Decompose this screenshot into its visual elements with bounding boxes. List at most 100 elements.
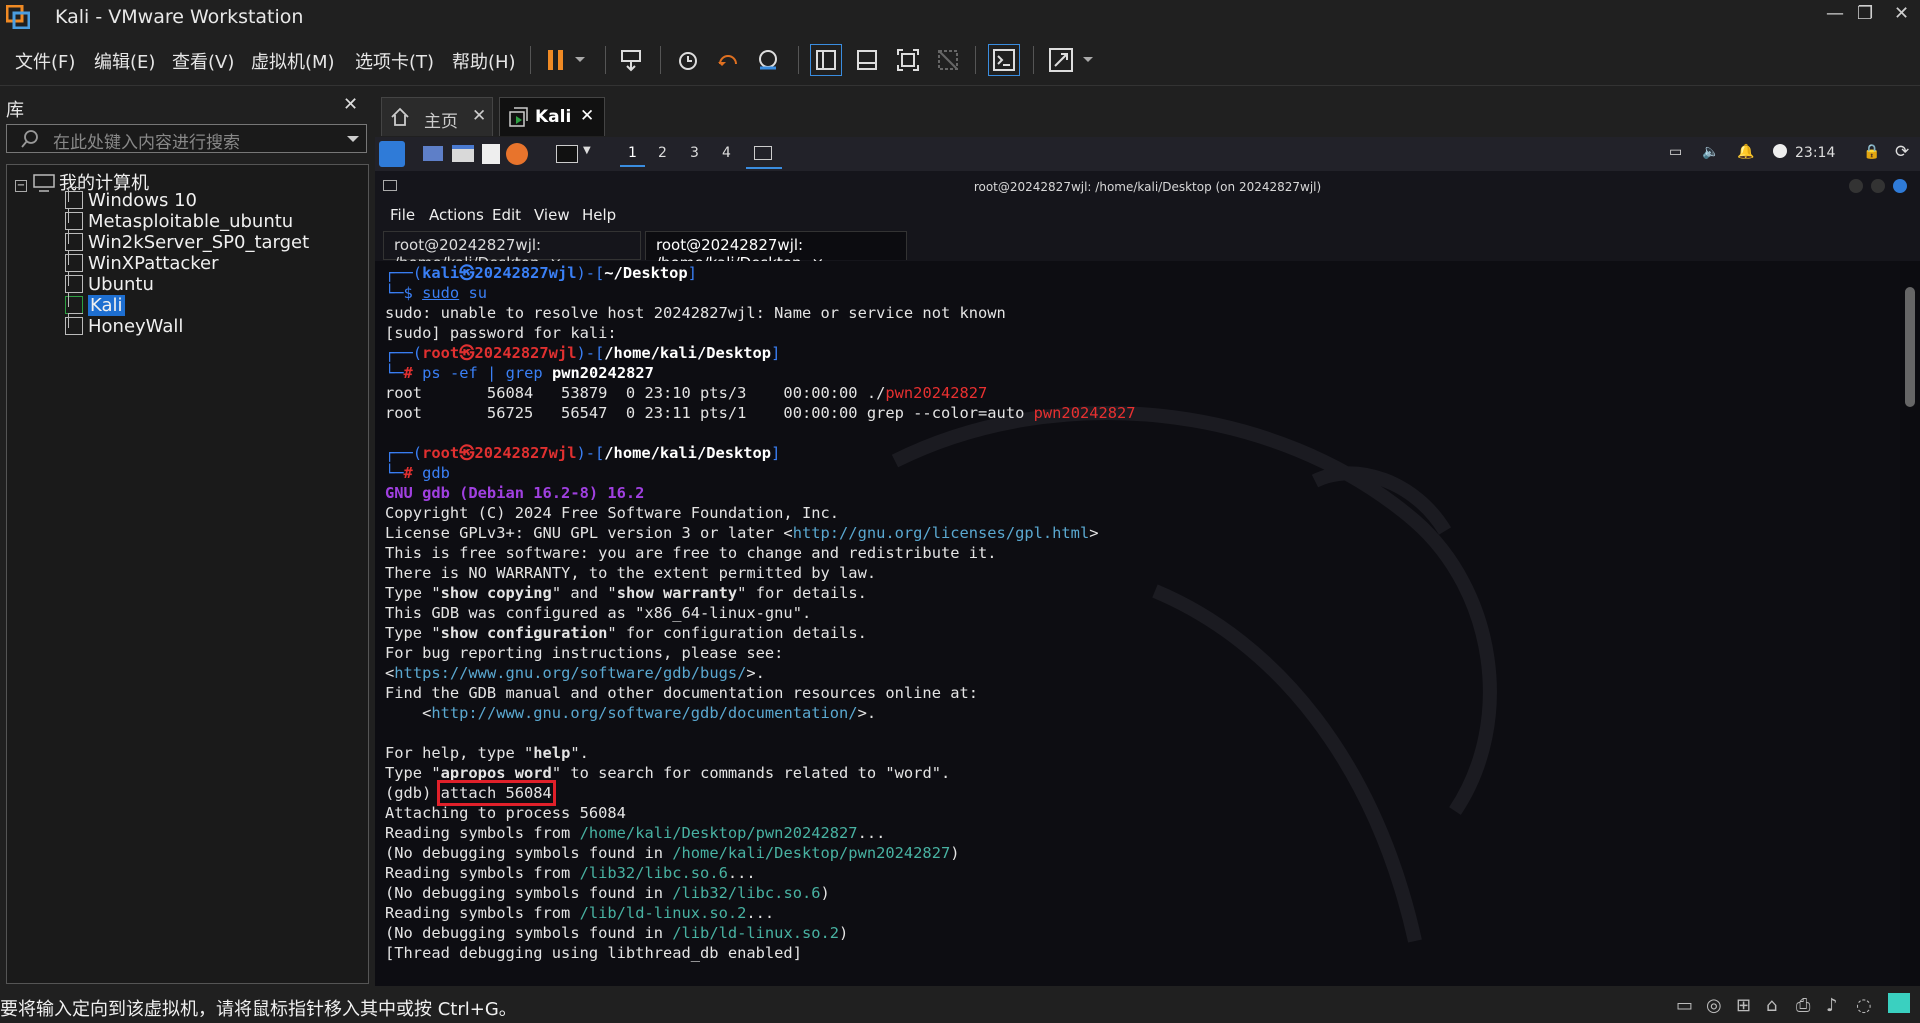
search-dropdown-icon[interactable] bbox=[346, 135, 360, 144]
terminal-menu-bar: File Actions Edit View Help bbox=[375, 201, 1920, 229]
workspace-1[interactable]: 1 bbox=[620, 145, 645, 167]
tree-item-honeywall[interactable]: HoneyWall bbox=[65, 313, 183, 337]
library-panel: 库 ✕ 在此处键入内容进行搜索 − 我的计算机 Windows 10 Metasp… bbox=[0, 86, 372, 986]
terminal-dropdown-icon[interactable]: ▼ bbox=[583, 145, 591, 156]
stretch-guest-icon[interactable] bbox=[1045, 44, 1077, 76]
terminal-menu-view[interactable]: View bbox=[534, 206, 570, 224]
vm-icon bbox=[65, 229, 83, 251]
tree-item-winxpattacker[interactable]: WinXPattacker bbox=[65, 250, 219, 274]
send-ctrl-alt-del-icon[interactable] bbox=[615, 44, 647, 76]
library-title: 库 bbox=[6, 100, 24, 121]
computer-icon bbox=[33, 174, 55, 192]
collapse-icon[interactable]: − bbox=[15, 180, 27, 192]
pause-icon[interactable] bbox=[540, 44, 572, 76]
terminal-menu-edit[interactable]: Edit bbox=[492, 206, 521, 224]
usb-icon[interactable]: ⌂ bbox=[1766, 995, 1777, 1016]
library-search-input[interactable]: 在此处键入内容进行搜索 bbox=[6, 124, 367, 153]
window-title: Kali - VMware Workstation bbox=[55, 6, 304, 28]
lock-icon[interactable]: 🔒 bbox=[1863, 144, 1880, 160]
terminal-icon[interactable] bbox=[556, 145, 578, 163]
vm-running-icon bbox=[509, 107, 528, 127]
hard-disk-icon[interactable]: ▭ bbox=[1676, 995, 1693, 1016]
notification-bell-icon[interactable]: 🔔 bbox=[1737, 144, 1754, 160]
kali-top-panel: ▼ 1 2 3 4 ▭ 🔈 🔔 23:14 🔒 ⟳ bbox=[375, 137, 1920, 171]
text-editor-icon[interactable] bbox=[482, 144, 500, 164]
workspace-3[interactable]: 3 bbox=[682, 145, 707, 161]
sound-card-icon[interactable]: ♪ bbox=[1826, 995, 1838, 1016]
restore-icon[interactable]: ❐ bbox=[1857, 3, 1873, 24]
menu-edit[interactable]: 编辑(E) bbox=[94, 48, 155, 74]
terminal-menu-file[interactable]: File bbox=[390, 206, 415, 224]
highlighted-command: attach 56084 bbox=[436, 780, 556, 806]
terminal-title: root@20242827wjl: /home/kali/Desktop (on… bbox=[973, 180, 1322, 194]
vm-icon bbox=[65, 313, 83, 335]
terminal-tab-2[interactable]: root@20242827wjl: /home/kali/Desktop× bbox=[645, 231, 907, 272]
message-log-icon[interactable] bbox=[1888, 993, 1910, 1013]
stretch-dropdown-icon[interactable] bbox=[1078, 44, 1098, 76]
logout-icon[interactable]: ⟳ bbox=[1895, 142, 1909, 162]
menu-file[interactable]: 文件(F) bbox=[15, 48, 75, 74]
tab-home[interactable]: 主页 ✕ bbox=[381, 97, 493, 136]
vm-display[interactable]: ▼ 1 2 3 4 ▭ 🔈 🔔 23:14 🔒 ⟳ root@20242827w… bbox=[375, 137, 1920, 986]
terminal-tab-1[interactable]: root@20242827wjl: /home/kali/Desktop× bbox=[383, 231, 641, 272]
terminal-menu-actions[interactable]: Actions bbox=[429, 206, 484, 224]
menu-view[interactable]: 查看(V) bbox=[172, 48, 234, 74]
console-view-icon[interactable] bbox=[988, 44, 1020, 76]
terminal-output[interactable]: ┌──(kali㉿20242827wjl)-[~/Desktop] └─$ su… bbox=[375, 261, 1900, 986]
tree-item-windows-10[interactable]: Windows 10 bbox=[65, 187, 197, 211]
status-text: 要将输入定向到该虚拟机，请将鼠标指针移入其中或按 Ctrl+G。 bbox=[0, 999, 517, 1020]
search-placeholder: 在此处键入内容进行搜索 bbox=[53, 133, 240, 153]
vm-tabs: 主页 ✕ Kali ✕ bbox=[375, 93, 1920, 137]
printer-icon[interactable]: ⎙ bbox=[1796, 995, 1810, 1016]
workspace-2[interactable]: 2 bbox=[650, 145, 675, 161]
menu-vm[interactable]: 虚拟机(M) bbox=[251, 48, 335, 74]
vm-icon bbox=[65, 271, 83, 293]
workspace-4[interactable]: 4 bbox=[714, 145, 739, 161]
full-screen-icon[interactable] bbox=[892, 44, 924, 76]
terminal-text: ┌──(kali㉿20242827wjl)-[~/Desktop] └─$ su… bbox=[385, 264, 1136, 962]
clock: 23:14 bbox=[1795, 145, 1836, 161]
library-close-icon[interactable]: ✕ bbox=[343, 94, 358, 115]
terminal-close-icon[interactable] bbox=[1893, 179, 1907, 193]
title-bar: Kali - VMware Workstation — ❐ ✕ bbox=[0, 0, 1920, 34]
volume-icon[interactable]: 🔈 bbox=[1702, 144, 1719, 160]
vm-running-icon bbox=[65, 292, 83, 314]
terminal-scrollbar[interactable] bbox=[1905, 287, 1915, 407]
network-adapter-icon[interactable]: ⊞ bbox=[1736, 995, 1751, 1016]
firefox-icon[interactable] bbox=[506, 143, 528, 165]
revert-snapshot-icon[interactable] bbox=[712, 44, 744, 76]
search-icon bbox=[21, 130, 38, 148]
home-icon bbox=[391, 107, 409, 126]
menu-help[interactable]: 帮助(H) bbox=[452, 48, 516, 74]
cd-dvd-icon[interactable]: ◎ bbox=[1706, 995, 1722, 1016]
display-device-icon[interactable]: ◌ bbox=[1856, 995, 1872, 1016]
vm-tree: − 我的计算机 Windows 10 Metasploitable_ubuntu … bbox=[6, 164, 369, 984]
unity-icon[interactable] bbox=[932, 44, 964, 76]
taskbar-terminal-window[interactable] bbox=[746, 142, 782, 169]
menu-tabs[interactable]: 选项卡(T) bbox=[355, 48, 434, 74]
close-icon[interactable]: ✕ bbox=[1894, 3, 1909, 24]
snapshot-manager-icon[interactable] bbox=[752, 44, 784, 76]
pause-dropdown-icon[interactable] bbox=[570, 44, 590, 76]
display-icon[interactable]: ▭ bbox=[1669, 144, 1682, 160]
tab-kali[interactable]: Kali ✕ bbox=[499, 97, 605, 136]
vm-icon bbox=[65, 208, 83, 230]
terminal-maximize-icon[interactable] bbox=[1871, 179, 1885, 193]
power-manager-icon[interactable] bbox=[1773, 144, 1787, 158]
tree-item-win2kserver[interactable]: Win2kServer_SP0_target bbox=[65, 229, 309, 253]
file-manager-icon[interactable] bbox=[452, 145, 474, 162]
vm-icon bbox=[65, 187, 83, 209]
show-desktop-icon[interactable] bbox=[423, 146, 443, 161]
snapshot-icon[interactable] bbox=[672, 44, 704, 76]
thumbnail-bar-icon[interactable] bbox=[851, 44, 883, 76]
tree-item-metasploitable[interactable]: Metasploitable_ubuntu bbox=[65, 208, 293, 232]
minimize-icon[interactable]: — bbox=[1826, 3, 1844, 24]
terminal-minimize-icon[interactable] bbox=[1849, 179, 1863, 193]
terminal-menu-help[interactable]: Help bbox=[582, 206, 616, 224]
vmware-logo-icon bbox=[6, 5, 30, 29]
tab-kali-close-icon[interactable]: ✕ bbox=[580, 106, 594, 126]
kali-menu-icon[interactable] bbox=[379, 141, 405, 167]
tab-home-close-icon[interactable]: ✕ bbox=[472, 106, 486, 126]
status-bar: 要将输入定向到该虚拟机，请将鼠标指针移入其中或按 Ctrl+G。 ▭ ◎ ⊞ ⌂… bbox=[0, 987, 1920, 1023]
show-library-icon[interactable] bbox=[810, 44, 842, 76]
